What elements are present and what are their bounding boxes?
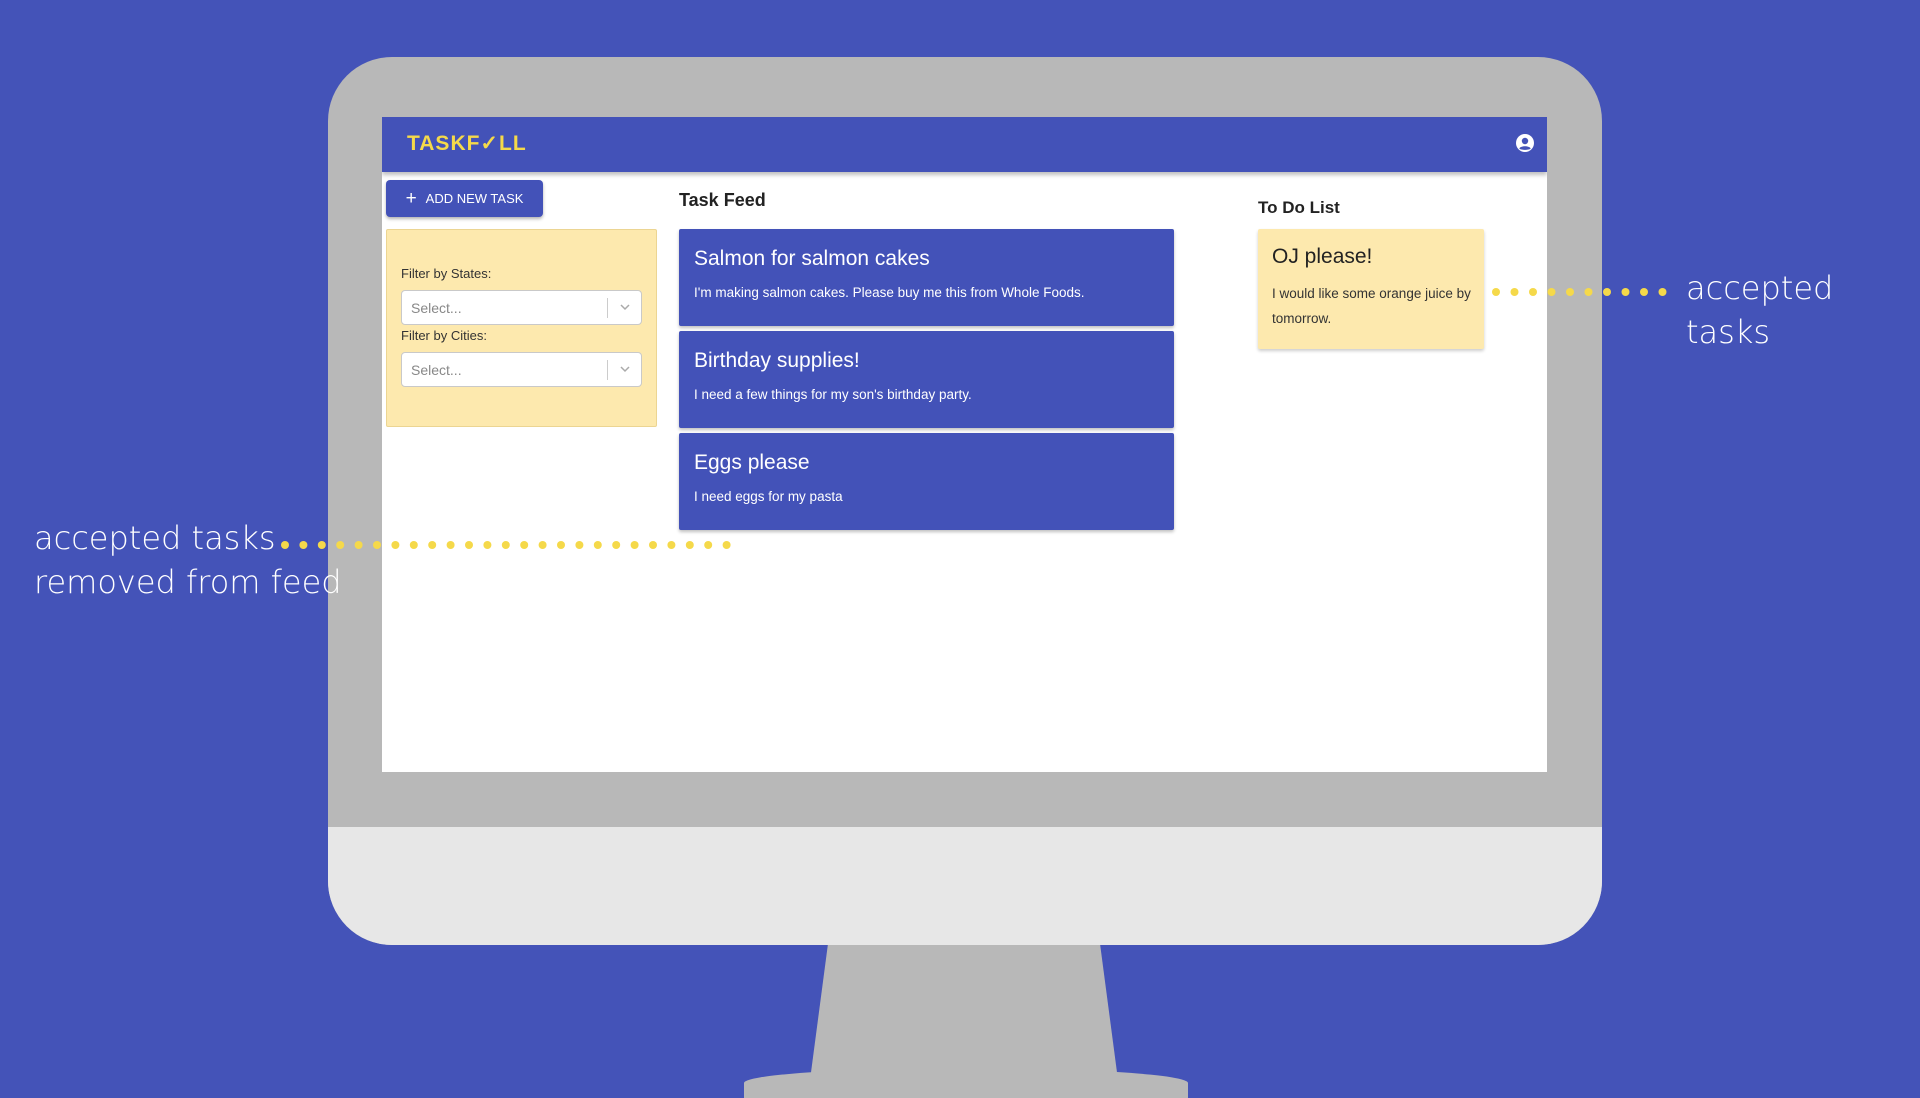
task-title: Eggs please	[694, 451, 810, 474]
account-icon[interactable]	[1515, 133, 1535, 153]
monitor-stand-foot	[744, 1068, 1188, 1098]
todo-card-description: I would like some orange juice by tomorr…	[1272, 286, 1471, 326]
filter-cities-label: Filter by Cities:	[401, 328, 487, 343]
states-select[interactable]: Select...	[401, 290, 642, 325]
dotted-pointer-right	[1492, 288, 1667, 296]
app-screen: TASKF✓LL + ADD NEW TASK Filter by States…	[382, 117, 1547, 772]
plus-icon: +	[405, 188, 417, 209]
navbar: TASKF✓LL	[382, 117, 1547, 172]
task-card[interactable]: Birthday supplies! I need a few things f…	[679, 331, 1174, 428]
select-separator	[607, 298, 608, 318]
dotted-pointer-left	[281, 541, 731, 549]
task-description: I need eggs for my pasta	[694, 489, 843, 504]
filter-panel: Filter by States: Select... Filter by Ci…	[386, 229, 657, 427]
todo-card[interactable]: OJ please! I would like some orange juic…	[1258, 229, 1484, 349]
select-separator	[607, 360, 608, 380]
cities-select[interactable]: Select...	[401, 352, 642, 387]
cities-select-placeholder: Select...	[411, 362, 462, 378]
task-title: Salmon for salmon cakes	[694, 247, 930, 270]
todo-card-title: OJ please!	[1272, 245, 1373, 268]
add-new-task-button[interactable]: + ADD NEW TASK	[386, 180, 543, 217]
annotation-removed-line2: removed from feed	[34, 563, 342, 601]
task-card[interactable]: Salmon for salmon cakes I'm making salmo…	[679, 229, 1174, 326]
task-card[interactable]: Eggs please I need eggs for my pasta	[679, 433, 1174, 530]
monitor-chin	[328, 827, 1602, 945]
task-title: Birthday supplies!	[694, 349, 860, 372]
app-logo[interactable]: TASKF✓LL	[407, 131, 527, 156]
chevron-down-icon[interactable]	[618, 300, 632, 314]
add-new-task-label: ADD NEW TASK	[425, 191, 524, 206]
task-description: I need a few things for my son's birthda…	[694, 387, 972, 402]
annotation-removed-line1: accepted tasks	[34, 519, 276, 557]
states-select-placeholder: Select...	[411, 300, 462, 316]
annotation-accepted-tasks: accepted tasks	[1686, 269, 1834, 351]
task-feed-title: Task Feed	[679, 190, 766, 210]
todo-list-title: To Do List	[1258, 198, 1340, 217]
chevron-down-icon[interactable]	[618, 362, 632, 376]
task-description: I'm making salmon cakes. Please buy me t…	[694, 285, 1085, 300]
monitor-stand	[810, 940, 1118, 1080]
filter-states-label: Filter by States:	[401, 266, 492, 281]
